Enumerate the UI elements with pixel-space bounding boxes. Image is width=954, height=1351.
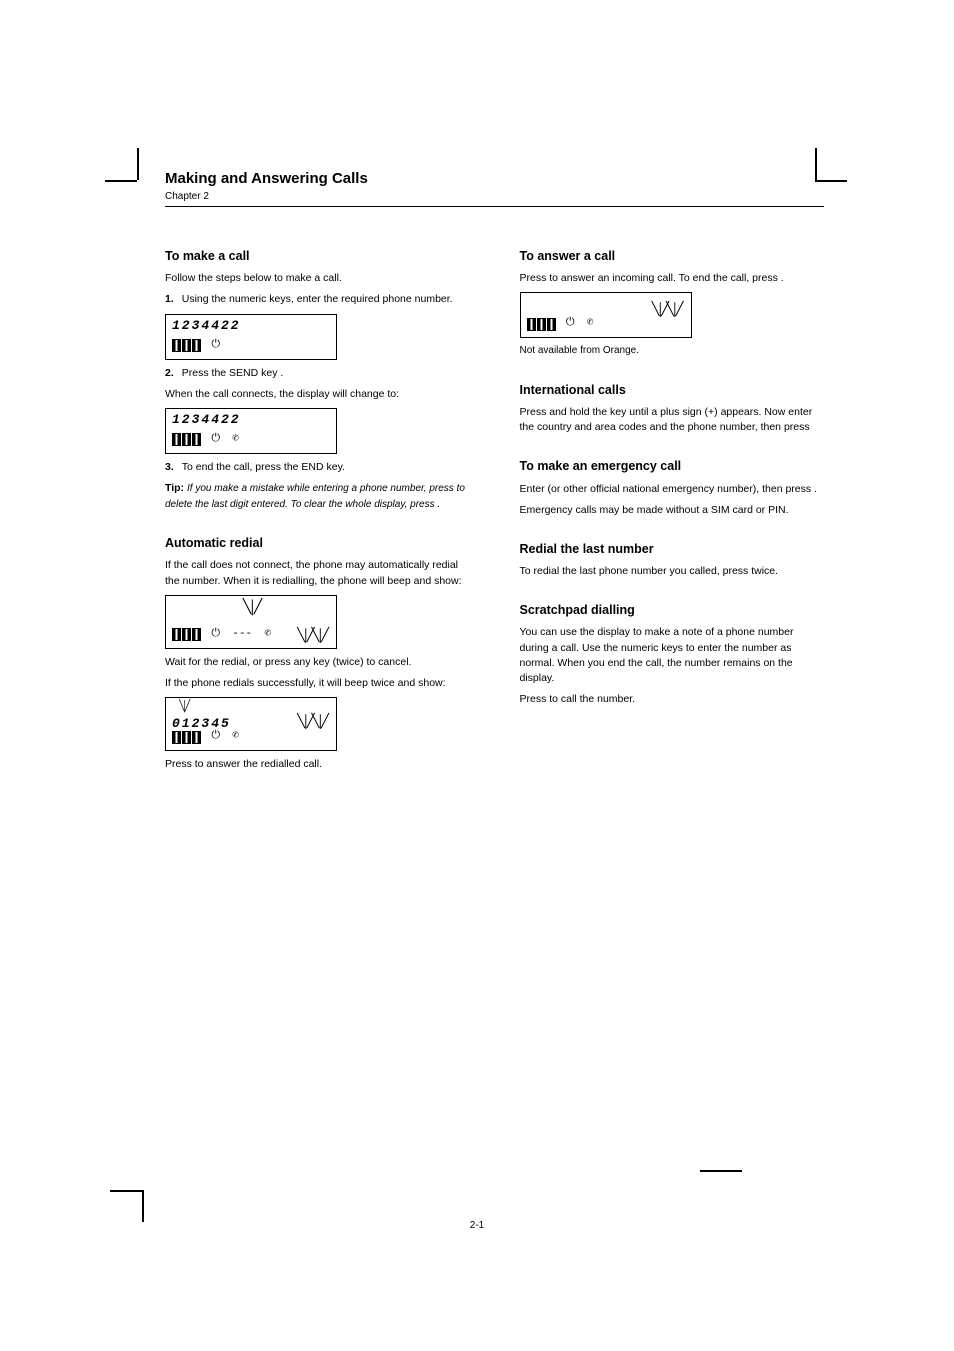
para-redial-2: Wait for the redial, or press any key (t…: [165, 655, 470, 670]
heading-answer: To answer a call: [520, 247, 825, 265]
lcd-5-icons: ⏻ ✆ ╲│╱╲│╱: [527, 316, 685, 333]
heading-auto-redial: Automatic redial: [165, 534, 470, 552]
para-emergency-1: Enter (or other official national emerge…: [520, 482, 825, 497]
para-redial-4: Press to answer the redialled call.: [165, 757, 470, 772]
chapter-label: Chapter 2: [165, 191, 824, 202]
step-3-text: To end the call, press the END key.: [182, 460, 345, 475]
signal-icon: ╲│╱╲│╱: [297, 713, 326, 732]
lcd-display-1: 1234422 ⏻: [165, 314, 337, 360]
lcd-2-number: 1234422: [172, 411, 241, 430]
tip-label: Tip:: [165, 482, 184, 494]
step-2-after: When the call connects, the display will…: [165, 387, 470, 402]
signal-icon: ╲│╱╲│╱: [652, 301, 681, 320]
step-1-num: 1.: [165, 292, 174, 307]
antenna-icon: ╲│╱: [243, 598, 259, 618]
handset-icon: ✆: [232, 729, 239, 745]
para-redial-3: If the phone redials successfully, it wi…: [165, 676, 470, 691]
lcd-4-icons: ⏻ ✆ ╲│╱╲│╱: [172, 729, 330, 746]
power-icon: ⏻: [211, 627, 220, 643]
para-international: Press and hold the key until a plus sign…: [520, 405, 825, 435]
lcd-1-number: 1234422: [172, 317, 241, 336]
page-number: 2-1: [470, 1220, 484, 1231]
handset-icon: ✆: [587, 316, 594, 332]
para-last-number: To redial the last phone number you call…: [520, 564, 825, 579]
page-title: Making and Answering Calls: [165, 170, 824, 187]
heading-emergency: To make an emergency call: [520, 457, 825, 475]
lcd-display-4: ╲│╱ 012345 ⏻ ✆ ╲│╱╲│╱: [165, 697, 337, 751]
step-2-num: 2.: [165, 366, 174, 381]
power-icon: ⏻: [211, 338, 220, 354]
para-scratch-2: Press to call the number.: [520, 692, 825, 707]
tip-text: If you make a mistake while entering a p…: [165, 483, 465, 510]
para-make-intro: Follow the steps below to make a call.: [165, 271, 470, 286]
heading-international: International calls: [520, 381, 825, 399]
left-column: To make a call Follow the steps below to…: [165, 225, 470, 778]
lcd-display-2: 1234422 ⏻ ✆: [165, 408, 337, 454]
lcd-display-3: ╲│╱ ⏻ --- ✆ ╲│╱╲│╱: [165, 595, 337, 649]
step-2-text: Press the SEND key .: [182, 366, 284, 381]
para-scratch-1: You can use the display to make a note o…: [520, 625, 825, 686]
lcd-display-5: ⏻ ✆ ╲│╱╲│╱: [520, 292, 692, 338]
handset-icon: ✆: [264, 627, 271, 643]
heading-last-number: Redial the last number: [520, 540, 825, 558]
heading-scratchpad: Scratchpad dialling: [520, 601, 825, 619]
note-orange: Not available from Orange.: [520, 344, 825, 359]
lcd-2-icons: ⏻ ✆: [172, 432, 330, 449]
antenna-icon: ╲│╱: [179, 700, 188, 716]
para-redial-1: If the call does not connect, the phone …: [165, 558, 470, 588]
handset-icon: ✆: [232, 432, 239, 448]
heading-make-call: To make a call: [165, 247, 470, 265]
lcd-1-icons: ⏻: [172, 338, 330, 355]
step-3-num: 3.: [165, 460, 174, 475]
para-answer: Press to answer an incoming call. To end…: [520, 271, 825, 286]
para-emergency-2: Emergency calls may be made without a SI…: [520, 503, 825, 518]
power-icon: ⏻: [211, 432, 220, 448]
lcd-3-dashes: ---: [232, 627, 252, 643]
step-1-text: Using the numeric keys, enter the requir…: [182, 292, 453, 307]
lcd-3-icons: ⏻ --- ✆ ╲│╱╲│╱: [172, 627, 330, 644]
signal-icon: ╲│╱╲│╱: [297, 627, 326, 646]
power-icon: ⏻: [566, 316, 575, 332]
header-rule: [165, 206, 824, 207]
power-icon: ⏻: [211, 729, 220, 745]
right-column: To answer a call Press to answer an inco…: [520, 225, 825, 778]
